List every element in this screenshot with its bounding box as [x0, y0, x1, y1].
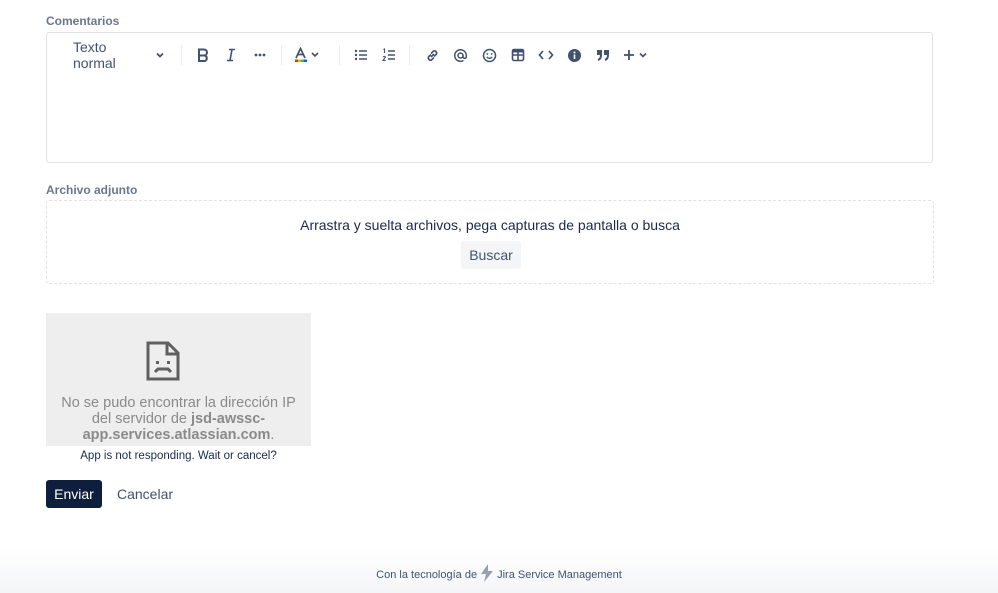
bullet-list-icon[interactable] [351, 41, 371, 69]
text-color-icon[interactable] [293, 41, 323, 69]
link-icon[interactable] [421, 41, 443, 69]
app-error-frame: No se pudo encontrar la dirección IP del… [46, 313, 311, 446]
comment-editor[interactable]: Texto normal [46, 32, 933, 163]
table-icon[interactable] [507, 41, 529, 69]
italic-icon[interactable] [221, 41, 241, 69]
broken-document-icon [146, 341, 180, 386]
browse-button[interactable]: Buscar [461, 241, 521, 269]
text-style-dropdown[interactable]: Texto normal [65, 39, 165, 71]
question-mark: ? [270, 450, 277, 462]
code-icon[interactable] [535, 41, 557, 69]
attachment-label: Archivo adjunto [46, 183, 138, 197]
toolbar-divider [409, 45, 410, 65]
info-icon[interactable] [563, 41, 585, 69]
emoji-icon[interactable] [478, 41, 500, 69]
comments-label: Comentarios [46, 14, 120, 28]
editor-toolbar: Texto normal [47, 39, 932, 71]
dropzone-instructions: Arrastra y suelta archivos, pega captura… [300, 217, 680, 233]
bold-icon[interactable] [193, 41, 213, 69]
powered-by: Con la tecnología de Jira Service Manage… [0, 564, 998, 585]
toolbar-divider [339, 45, 340, 65]
not-responding-notice: App is not responding. Wait or cancel? [46, 450, 311, 462]
insert-plus-icon[interactable] [621, 41, 651, 69]
cancel-link[interactable]: cancel [237, 450, 270, 462]
chevron-down-icon [155, 50, 165, 60]
product-name[interactable]: Jira Service Management [497, 569, 622, 581]
toolbar-divider [281, 45, 282, 65]
more-icon[interactable] [249, 41, 271, 69]
quote-icon[interactable] [591, 41, 613, 69]
jira-service-management-logo-icon [480, 564, 494, 585]
numbered-list-icon[interactable] [379, 41, 399, 69]
footer: Con la tecnología de Jira Service Manage… [0, 548, 998, 593]
mention-icon[interactable] [449, 41, 471, 69]
error-message: No se pudo encontrar la dirección IP del… [50, 395, 307, 443]
text-style-label: Texto normal [73, 39, 116, 71]
error-message-end: . [270, 427, 275, 443]
powered-prefix: Con la tecnología de [376, 568, 478, 581]
submit-button[interactable]: Enviar [46, 480, 102, 508]
attachment-dropzone[interactable]: Arrastra y suelta archivos, pega captura… [46, 200, 934, 284]
cancel-button[interactable]: Cancelar [112, 480, 178, 508]
not-responding-text: App is not responding. Wait or [80, 450, 234, 462]
toolbar-divider [181, 45, 182, 65]
